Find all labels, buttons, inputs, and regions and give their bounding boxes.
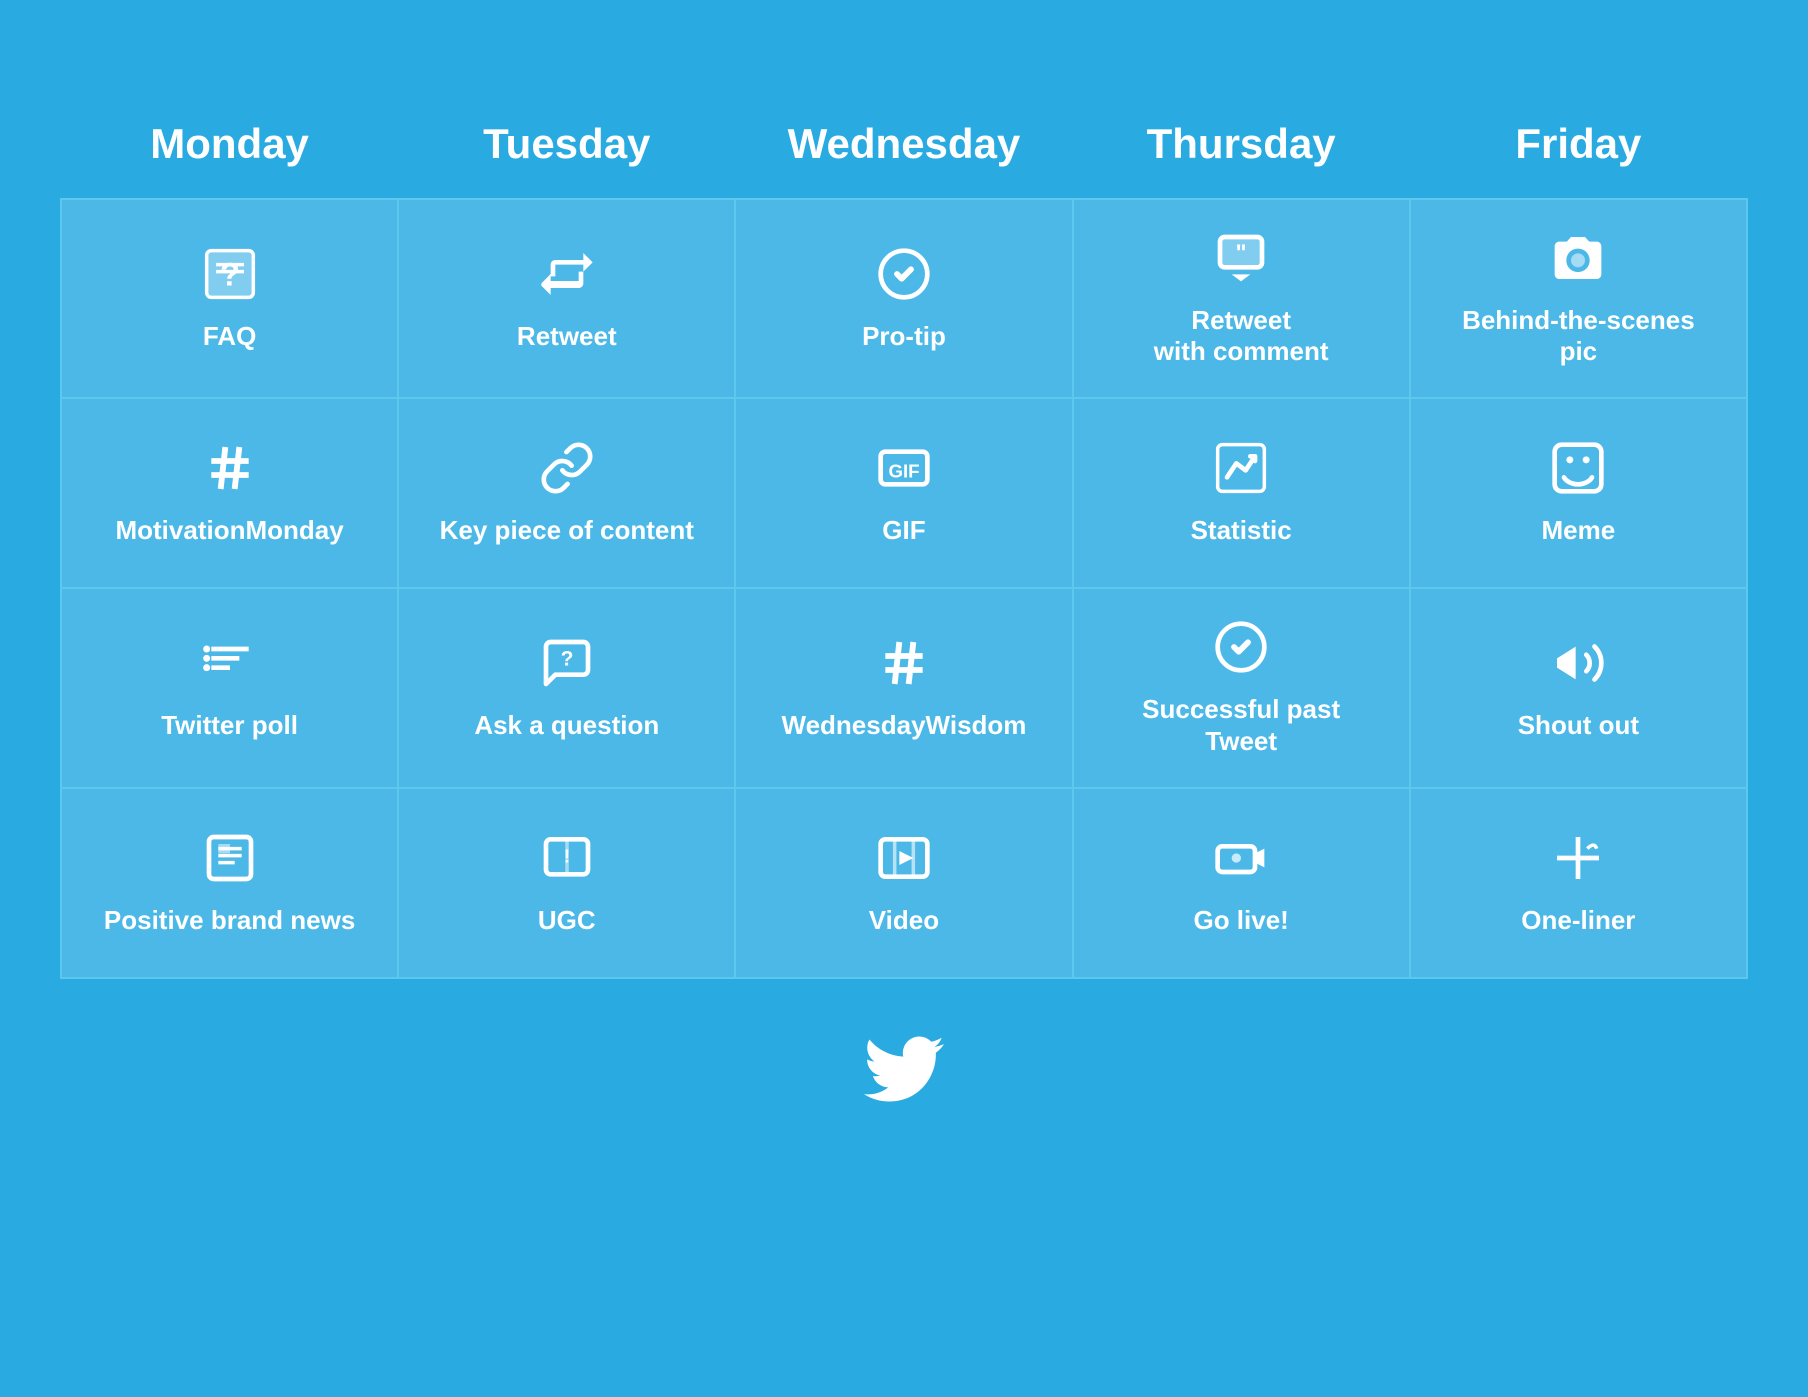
column-header-friday: Friday (1410, 100, 1747, 199)
oneliner-icon (1550, 830, 1606, 895)
column-header-monday: Monday (61, 100, 398, 199)
svg-text:?: ? (220, 255, 240, 292)
hashtag-icon (202, 440, 258, 505)
cell-0-1: Retweet (398, 199, 735, 398)
cell-label-3-3: Go live! (1193, 905, 1288, 936)
shoutout-icon (1550, 635, 1606, 700)
cell-2-4: Shout out (1410, 588, 1747, 787)
cell-label-1-3: Statistic (1191, 515, 1292, 546)
cell-0-2: Pro-tip (735, 199, 1072, 398)
cell-label-2-2: WednesdayWisdom (782, 710, 1027, 741)
cell-2-0: Twitter poll (61, 588, 398, 787)
svg-text:!: ! (564, 845, 570, 866)
twitter-footer-icon (864, 1029, 944, 1114)
table-row-1: MotivationMondayKey piece of contentGIFG… (61, 398, 1747, 588)
camera-icon (1550, 230, 1606, 295)
cell-label-1-4: Meme (1542, 515, 1616, 546)
cell-0-4: Behind-the-scenes pic (1410, 199, 1747, 398)
news-icon (202, 830, 258, 895)
cell-3-3: Go live! (1073, 788, 1410, 978)
cell-label-2-1: Ask a question (474, 710, 659, 741)
cell-0-0: ? FAQ (61, 199, 398, 398)
check-icon (1213, 619, 1269, 684)
cell-label-0-4: Behind-the-scenes pic (1462, 305, 1695, 367)
cell-3-0: Positive brand news (61, 788, 398, 978)
column-header-thursday: Thursday (1073, 100, 1410, 199)
link-icon (539, 440, 595, 505)
table-row-2: Twitter poll? Ask a question WednesdayWisd… (61, 588, 1747, 787)
meme-icon (1550, 440, 1606, 505)
cell-label-1-2: GIF (882, 515, 925, 546)
cell-label-2-4: Shout out (1518, 710, 1639, 741)
cell-label-0-3: Retweet with comment (1154, 305, 1329, 367)
hashtag2-icon (876, 635, 932, 700)
cell-2-1: ? Ask a question (398, 588, 735, 787)
svg-text:": " (1236, 239, 1247, 265)
cell-label-2-0: Twitter poll (161, 710, 298, 741)
cell-1-1: Key piece of content (398, 398, 735, 588)
cell-label-0-1: Retweet (517, 321, 617, 352)
table-row-3: Positive brand news! UGC Video Go live! One-… (61, 788, 1747, 978)
retweet-comment-icon: " (1213, 230, 1269, 295)
column-header-tuesday: Tuesday (398, 100, 735, 199)
svg-text:GIF: GIF (888, 461, 919, 482)
cell-1-3: Statistic (1073, 398, 1410, 588)
cell-2-3: Successful past Tweet (1073, 588, 1410, 787)
faq-icon: ? (202, 246, 258, 311)
cell-label-1-1: Key piece of content (440, 515, 694, 546)
cell-label-3-1: UGC (538, 905, 596, 936)
cell-2-2: WednesdayWisdom (735, 588, 1072, 787)
statistic-icon (1213, 440, 1269, 505)
poll-icon (202, 635, 258, 700)
gif-icon: GIF (876, 440, 932, 505)
cell-label-3-4: One-liner (1521, 905, 1635, 936)
table-row-0: ? FAQ Retweet Pro-tip " Retweet with comment B… (61, 199, 1747, 398)
video-icon (876, 830, 932, 895)
cell-label-0-2: Pro-tip (862, 321, 946, 352)
cell-0-3: " Retweet with comment (1073, 199, 1410, 398)
svg-text:?: ? (560, 647, 573, 670)
retweet-icon (539, 246, 595, 311)
question-icon: ? (539, 635, 595, 700)
cell-label-3-0: Positive brand news (104, 905, 355, 936)
cell-1-4: Meme (1410, 398, 1747, 588)
column-header-wednesday: Wednesday (735, 100, 1072, 199)
cell-1-2: GIF GIF (735, 398, 1072, 588)
cell-label-0-0: FAQ (203, 321, 256, 352)
cell-1-0: MotivationMonday (61, 398, 398, 588)
cell-label-3-2: Video (869, 905, 939, 936)
cell-3-1: ! UGC (398, 788, 735, 978)
protip-icon (876, 246, 932, 311)
live-icon (1213, 830, 1269, 895)
cell-3-4: One-liner (1410, 788, 1747, 978)
cell-label-1-0: MotivationMonday (115, 515, 343, 546)
cell-label-2-3: Successful past Tweet (1142, 694, 1340, 756)
cell-3-2: Video (735, 788, 1072, 978)
calendar-table: MondayTuesdayWednesdayThursdayFriday ? FA… (60, 100, 1748, 979)
ugc-icon: ! (539, 830, 595, 895)
